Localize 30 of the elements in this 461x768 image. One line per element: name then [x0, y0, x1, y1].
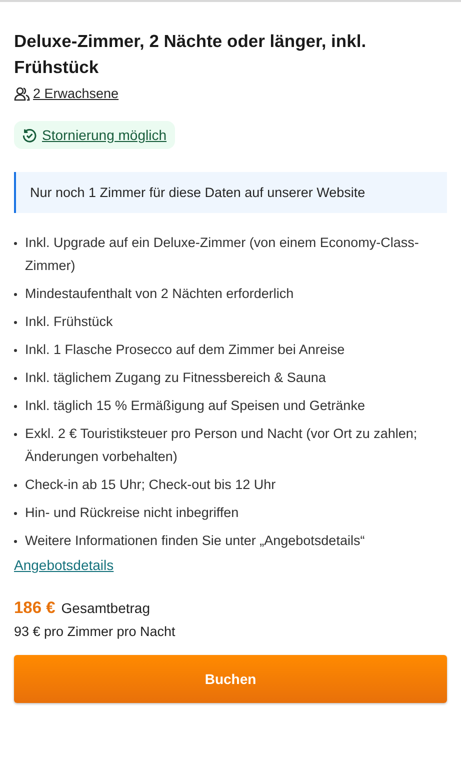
feature-text: Hin- und Rückreise nicht inbegriffen	[25, 504, 239, 522]
bullet-icon	[14, 349, 17, 352]
availability-notice: Nur noch 1 Zimmer für diese Daten auf unserer Website	[14, 172, 447, 213]
total-label: Gesamtbetrag	[61, 600, 150, 616]
per-night-price: 93 € pro Zimmer pro Nacht	[14, 624, 176, 639]
people-icon	[14, 86, 30, 100]
bullet-icon	[14, 512, 17, 515]
cancellation-badge[interactable]: Stornierung möglich	[14, 121, 175, 149]
guests-link[interactable]: 2 Erwachsene	[33, 86, 119, 101]
feature-text: Inkl. Frühstück	[25, 313, 113, 331]
bullet-icon	[14, 540, 17, 543]
bullet-icon	[14, 433, 17, 436]
feature-text: Inkl. täglichem Zugang zu Fitnessbereich & Sauna	[25, 369, 326, 387]
bullet-icon	[14, 377, 17, 380]
bullet-icon	[14, 321, 17, 324]
bullet-icon	[14, 405, 17, 408]
bullet-icon	[14, 242, 17, 245]
room-title: Deluxe-Zimmer, 2 Nächte oder länger, inkl. Frühstück	[14, 30, 368, 79]
feature-text: Check-in ab 15 Uhr; Check-out bis 12 Uhr	[25, 476, 276, 494]
feature-text: Inkl. Upgrade auf ein Deluxe-Zimmer (von einem Economy-Class-Zimmer)	[25, 234, 420, 275]
clock-check-icon	[22, 128, 37, 142]
total-price: 186 €	[14, 599, 56, 618]
details-link[interactable]: Angebotsdetails	[14, 557, 114, 573]
feature-text: Inkl. täglich 15 % Ermäßigung auf Speisen und Getränke	[25, 397, 365, 415]
feature-text: Inkl. 1 Flasche Prosecco auf dem Zimmer bei Anreise	[25, 341, 345, 359]
feature-text: Mindestaufenthalt von 2 Nächten erforderlich	[25, 285, 294, 303]
bullet-icon	[14, 484, 17, 487]
bullet-icon	[14, 293, 17, 296]
feature-text: Weitere Informationen finden Sie unter „Angebotsdetails“	[25, 532, 365, 550]
feature-text: Exkl. 2 € Touristiksteuer pro Person und Nacht (vor Ort zu zahlen; Änderungen vorbehalten)	[25, 425, 418, 466]
